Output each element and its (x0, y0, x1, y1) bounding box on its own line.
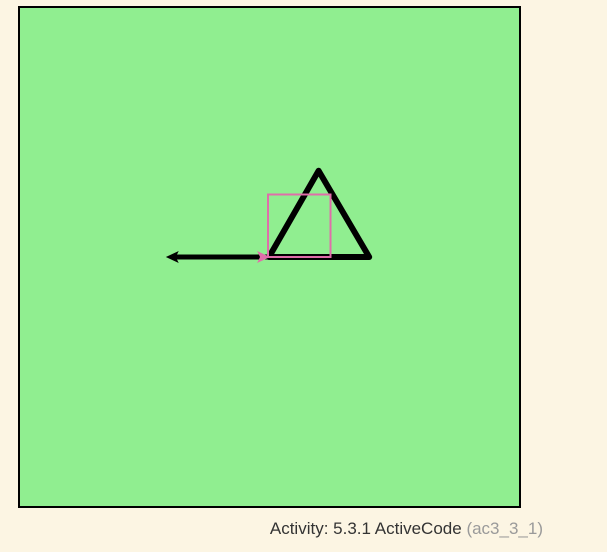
activity-id: (ac3_3_1) (466, 519, 543, 538)
turtle-drawing (165, 167, 373, 263)
triangle-shape (266, 167, 373, 260)
activity-caption: Activity: 5.3.1 ActiveCode (ac3_3_1) (270, 518, 543, 540)
activity-page: Activity: 5.3.1 ActiveCode (ac3_3_1) (0, 0, 607, 552)
activity-label: Activity: 5.3.1 ActiveCode (269, 519, 462, 538)
turtle-canvas (18, 6, 521, 508)
